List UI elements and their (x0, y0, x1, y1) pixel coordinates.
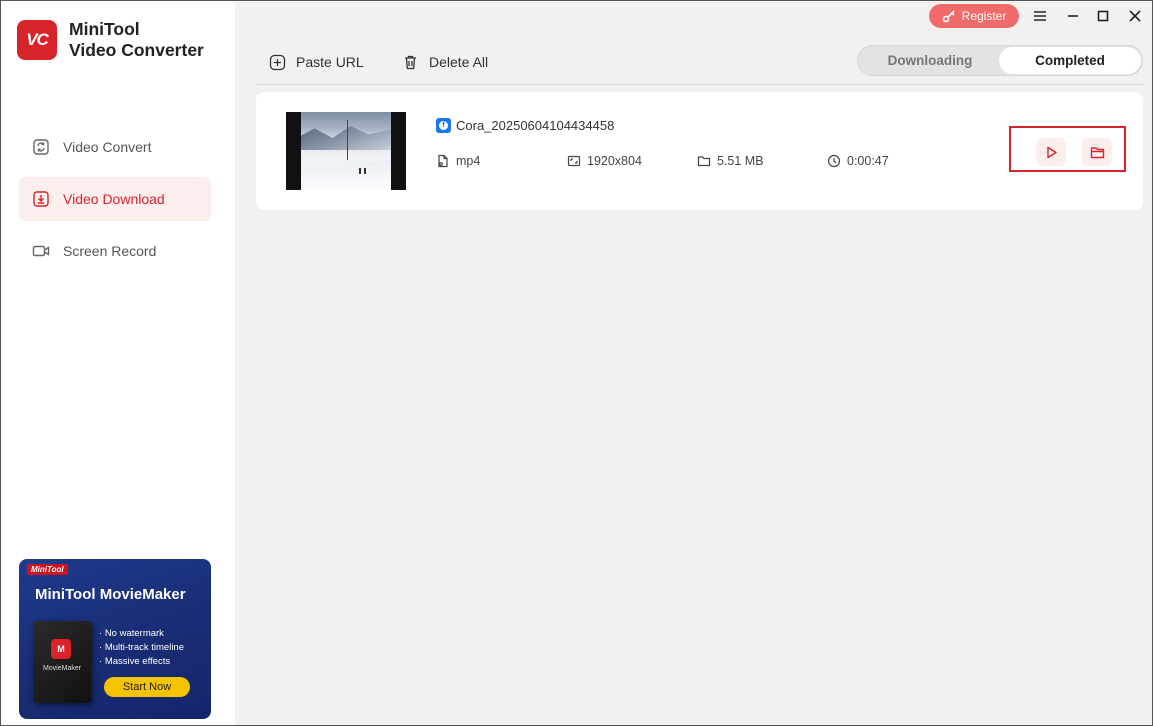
start-now-button[interactable]: Start Now (104, 677, 190, 697)
tab-downloading[interactable]: Downloading (859, 47, 1001, 74)
maximize-icon[interactable] (1093, 6, 1113, 26)
app-logo-icon: VC (17, 20, 57, 60)
play-icon (1046, 146, 1057, 158)
format-info: mp4 (436, 154, 480, 168)
thumbnail-image (301, 112, 391, 190)
open-folder-button[interactable] (1082, 138, 1112, 166)
folder-open-icon (1090, 146, 1104, 158)
format-value: mp4 (456, 154, 481, 168)
close-icon[interactable] (1125, 6, 1145, 26)
resolution-value: 1920x804 (587, 154, 642, 168)
app-name: MiniTool Video Converter (69, 19, 204, 61)
trash-icon (405, 55, 416, 69)
promo-feature-list: No watermark Multi-track timeline Massiv… (99, 627, 184, 669)
download-status-tabs: Downloading Completed (857, 45, 1143, 76)
promo-brand-badge: MiniTool (27, 564, 68, 575)
play-button[interactable] (1036, 138, 1066, 166)
folder-icon (697, 156, 711, 167)
minimize-icon[interactable] (1063, 6, 1083, 26)
delete-all-button[interactable]: Delete All (402, 51, 488, 73)
promo-feature: Massive effects (99, 655, 184, 669)
duration-value: 0:00:47 (847, 154, 889, 168)
convert-icon (32, 138, 50, 156)
register-button[interactable]: Register (929, 4, 1019, 28)
download-icon (32, 190, 50, 208)
facebook-icon: f (436, 118, 451, 133)
app-window: VC MiniTool Video Converter Video Conver… (0, 0, 1153, 726)
download-item-card[interactable]: f Cora_20250604104434458 mp4 1920x804 5.… (256, 92, 1143, 210)
moviemaker-logo-icon: M (51, 639, 71, 659)
promo-box-name: MovieMaker (42, 665, 82, 672)
moviemaker-promo-banner[interactable]: MiniTool MiniTool MovieMaker M MovieMake… (19, 559, 211, 719)
app-brand: VC MiniTool Video Converter (17, 19, 204, 61)
sidebar-item-video-download[interactable]: Video Download (19, 177, 211, 221)
promo-title: MiniTool MovieMaker (35, 586, 186, 603)
plus-circle-icon (269, 54, 286, 70)
camera-icon (32, 242, 50, 260)
sidebar-nav: Video Convert Video Download Screen Reco… (19, 125, 211, 281)
sidebar-item-label: Screen Record (63, 243, 157, 259)
promo-feature: Multi-track timeline (99, 641, 184, 655)
resolution-info: 1920x804 (567, 154, 642, 168)
register-label: Register (961, 9, 1007, 23)
tab-completed[interactable]: Completed (999, 47, 1141, 74)
action-buttons-highlight (1009, 126, 1126, 172)
delete-all-label: Delete All (429, 54, 489, 70)
size-info: 5.51 MB (697, 154, 764, 168)
download-item-title: f Cora_20250604104434458 (436, 118, 614, 133)
sidebar-item-screen-record[interactable]: Screen Record (19, 229, 211, 273)
video-thumbnail[interactable] (286, 112, 406, 190)
moviemaker-box-image: M MovieMaker (33, 621, 91, 703)
file-name: Cora_20250604104434458 (456, 118, 615, 133)
paste-url-label: Paste URL (296, 54, 364, 70)
app-name-line2: Video Converter (69, 40, 204, 60)
paste-url-button[interactable]: Paste URL (269, 51, 364, 73)
sidebar-item-video-convert[interactable]: Video Convert (19, 125, 211, 169)
size-value: 5.51 MB (717, 154, 764, 168)
sidebar-item-label: Video Convert (63, 139, 152, 155)
sidebar: VC MiniTool Video Converter Video Conver… (1, 1, 235, 725)
key-icon (942, 10, 955, 23)
resolution-icon (567, 155, 581, 167)
toolbar-divider (256, 84, 1143, 85)
sidebar-item-label: Video Download (63, 191, 165, 207)
file-format-icon (438, 154, 448, 168)
app-name-line1: MiniTool (69, 19, 140, 39)
promo-feature: No watermark (99, 627, 184, 641)
menu-icon[interactable] (1030, 6, 1050, 26)
clock-icon (827, 154, 841, 168)
duration-info: 0:00:47 (827, 154, 889, 168)
